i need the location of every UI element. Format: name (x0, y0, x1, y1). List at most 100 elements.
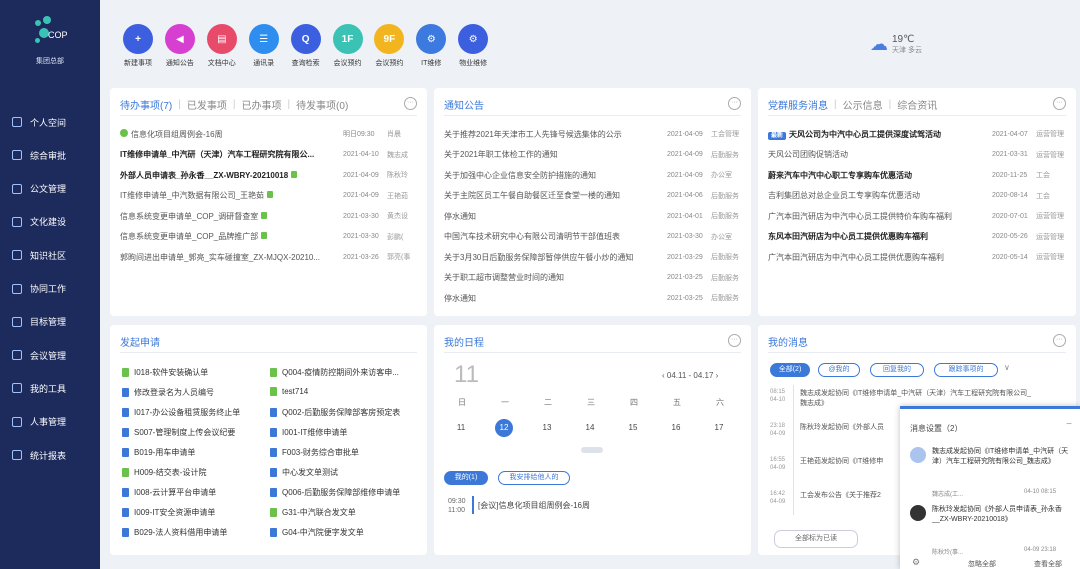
tab-my-schedule[interactable]: 我的(1) (444, 471, 488, 485)
sidebar-item[interactable]: 文化建设 (0, 211, 100, 233)
tab-done[interactable]: 已办事项 (241, 97, 281, 112)
notice-row[interactable]: 关于3月30日后勤服务保障部暂停供应午餐小炒的通知 2021-03-29 后勤服务 (444, 250, 741, 264)
todo-row[interactable]: IT维修申请单_中汽数据有限公司_王艳茹 2021-04-09 王艳茹 (120, 189, 417, 203)
sidebar-item[interactable]: 公文管理 (0, 178, 100, 200)
schedule-title[interactable]: 我的日程 (444, 334, 484, 349)
notice-title[interactable]: 通知公告 (444, 97, 484, 112)
apply-item[interactable]: test714 (270, 387, 410, 396)
todo-row[interactable]: 外部人员申请表_孙永香__ZX-WBRY-20210018 2021-04-09 陈… (120, 168, 417, 182)
calendar-day[interactable]: 13 (538, 419, 556, 437)
party-row[interactable]: 最新 天风公司为中汽中心员工提供深度试驾活动 2021-04-07 运营管理 (768, 127, 1066, 141)
week-range[interactable]: ‹ 04.11 - 04.17 › (662, 371, 718, 380)
toolbar-button[interactable]: ⚙ 物业维修 (455, 24, 491, 68)
filter-all[interactable]: 全部(2) (770, 363, 810, 377)
notice-row[interactable]: 中国汽车技术研究中心有限公司清明节干部值班表 2021-03-30 办公室 (444, 230, 741, 244)
apply-item[interactable]: Q006-后勤服务保障部维修申请单 (270, 487, 410, 498)
party-row[interactable]: 广汽本田汽研店为中汽中心员工提供优惠购车福利 2020-05-14 运营管理 (768, 250, 1066, 264)
party-row[interactable]: 吉利集团总对总企业员工专享购车优惠活动 2020-08-14 工会 (768, 189, 1066, 203)
party-row[interactable]: 天风公司团购促销活动 2021-03-31 运营管理 (768, 148, 1066, 162)
notice-row[interactable]: 关于职工超市调整营业时间的通知 2021-03-25 后勤服务 (444, 271, 741, 285)
toolbar-button[interactable]: 1F 会议预约 (330, 24, 366, 68)
apply-item[interactable]: Q002-后勤服务保障部客房预定表 (270, 407, 410, 418)
sidebar-item[interactable]: 综合审批 (0, 144, 100, 166)
tab-draft[interactable]: 待发事项(0) (296, 97, 348, 112)
todo-row[interactable]: 信息化项目组周例会-16周 明日09:30 肖晨 (120, 127, 417, 141)
sidebar-item[interactable]: 人事管理 (0, 411, 100, 433)
tab-todo[interactable]: 待办事项(7) (120, 97, 172, 112)
apply-item[interactable]: F003-财务综合审批单 (270, 447, 410, 458)
toolbar-button[interactable]: ▤ 文档中心 (204, 24, 240, 68)
tab-party[interactable]: 党群服务消息 (768, 97, 828, 112)
more-icon[interactable]: ··· (1053, 97, 1066, 110)
calendar-day[interactable]: 17 (710, 419, 728, 437)
calendar-day[interactable]: 15 (624, 419, 642, 437)
apply-item[interactable]: S007-管理制度上传会议纪要 (122, 427, 262, 438)
sidebar-item[interactable]: 协同工作 (0, 278, 100, 300)
notice-row[interactable]: 停水通知 2021-03-25 后勤服务 (444, 291, 741, 305)
notice-row[interactable]: 关于加强中心企业信息安全防护措施的通知 2021-04-09 办公室 (444, 168, 741, 182)
more-icon[interactable]: ··· (728, 334, 741, 347)
toolbar-button[interactable]: ◀ 通知公告 (162, 24, 198, 68)
tab-public[interactable]: 公示信息 (843, 97, 883, 112)
sidebar-item[interactable]: 统计报表 (0, 444, 100, 466)
notice-row[interactable]: 关于主院区员工午餐自助餐区迁至食堂一楼的通知 2021-04-06 后勤服务 (444, 189, 741, 203)
mark-all-read-button[interactable]: 全部标为已读 (774, 530, 858, 548)
more-icon[interactable]: ··· (404, 97, 417, 110)
todo-row[interactable]: 信息系统变更申请单_COP_调研督查室 2021-03-30 黄杰设 (120, 209, 417, 223)
calendar-day[interactable]: 12 (495, 419, 513, 437)
toolbar-button[interactable]: ☰ 通讯录 (246, 24, 282, 68)
apply-item[interactable]: I017-办公设备租赁服务终止单 (122, 407, 262, 418)
more-icon[interactable]: ··· (1053, 334, 1066, 347)
chevron-down-icon[interactable]: ∨ (1004, 363, 1010, 372)
filter-at-me[interactable]: @我的 (818, 363, 860, 377)
sidebar-item[interactable]: 我的工具 (0, 377, 100, 399)
notice-row[interactable]: 关于推荐2021年天津市工人先锋号候选集体的公示 2021-04-09 工会管理 (444, 127, 741, 141)
apply-item[interactable]: I018-软件安装确认单 (122, 367, 262, 378)
apply-item[interactable]: G04-中汽院便字发文单 (270, 527, 410, 538)
sidebar-item[interactable]: 目标管理 (0, 311, 100, 333)
calendar-day[interactable]: 11 (452, 419, 470, 437)
more-icon[interactable]: ··· (728, 97, 741, 110)
notice-row[interactable]: 关于2021年职工体检工作的通知 2021-04-09 后勤服务 (444, 148, 741, 162)
filter-track[interactable]: 跟踪事项的 (934, 363, 998, 377)
apply-item[interactable]: B019-用车申请单 (122, 447, 262, 458)
party-row[interactable]: 广汽本田汽研店为中汽中心员工提供特价车购车福利 2020-07-01 运营管理 (768, 209, 1066, 223)
tab-sent[interactable]: 已发事项 (187, 97, 227, 112)
drag-handle[interactable] (581, 447, 603, 453)
apply-item[interactable]: Q004-疫情防控期间外来访客申... (270, 367, 410, 378)
calendar-day[interactable]: 14 (581, 419, 599, 437)
party-row[interactable]: 蔚来汽车中汽中心职工专享购车优惠活动 2020-11-25 工会 (768, 168, 1066, 182)
gear-icon[interactable]: ⚙ (912, 557, 920, 568)
todo-row[interactable]: 郭昫间进出申请单_郭亮_实车碰撞室_ZX-MJQX-20210... 2021-0… (120, 250, 417, 264)
popup-message[interactable]: 陈秋玲发起协同《外部人员申请表_孙永香__ZX-WBRY-20210018》 (932, 505, 1074, 525)
sidebar-item[interactable]: 个人空间 (0, 111, 100, 133)
apply-title[interactable]: 发起申请 (120, 334, 160, 349)
popup-message[interactable]: 魏志成发起协同《IT维修申请单_中汽研（天津）汽车工程研究院有限公司_魏志成》 (932, 447, 1074, 467)
party-row[interactable]: 东风本田汽研店为中心员工提供优惠购车福利 2020-05-26 运营管理 (768, 230, 1066, 244)
calendar-day[interactable]: 16 (667, 419, 685, 437)
apply-item[interactable]: 修改登录名为人员编号 (122, 387, 262, 398)
apply-item[interactable]: B029-法人资料借用申请单 (122, 527, 262, 538)
sidebar-item[interactable]: 会议管理 (0, 344, 100, 366)
sidebar-item[interactable]: 知识社区 (0, 244, 100, 266)
messages-title[interactable]: 我的消息 (768, 334, 808, 349)
toolbar-button[interactable]: 9F 会议预约 (371, 24, 407, 68)
tab-info[interactable]: 综合资讯 (897, 97, 937, 112)
apply-item[interactable]: I001-IT维修申请单 (270, 427, 410, 438)
close-icon[interactable]: − (1066, 419, 1072, 430)
todo-row[interactable]: 信息系统变更申请单_COP_品牌推广部 2021-03-30 彭鹏( (120, 230, 417, 244)
apply-item[interactable]: H009-结交表-设计院 (122, 467, 262, 478)
apply-item[interactable]: 中心发文单测试 (270, 467, 410, 478)
tab-assigned[interactable]: 我安排给他人的 (498, 471, 570, 485)
apply-item[interactable]: I009-IT安全资源申请单 (122, 507, 262, 518)
view-all-button[interactable]: 查看全部 (1034, 559, 1062, 569)
event-title[interactable]: [会议]信息化项目组周例会-16周 (478, 500, 590, 511)
toolbar-button[interactable]: + 新建事项 (120, 24, 156, 68)
todo-row[interactable]: IT维修申请单_中汽研（天津）汽车工程研究院有限公... 2021-04-10 魏志… (120, 148, 417, 162)
apply-item[interactable]: I008-云计算平台申请单 (122, 487, 262, 498)
toolbar-button[interactable]: ⚙ IT维修 (413, 24, 449, 68)
ignore-all-button[interactable]: 忽略全部 (968, 559, 996, 569)
apply-item[interactable]: G31-中汽联合发文单 (270, 507, 410, 518)
notice-row[interactable]: 停水通知 2021-04-01 后勤服务 (444, 209, 741, 223)
toolbar-button[interactable]: Q 查询检索 (288, 24, 324, 68)
